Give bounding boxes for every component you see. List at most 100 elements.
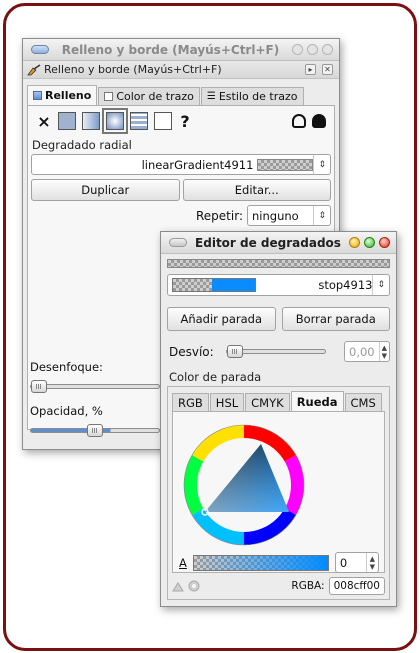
offset-row: Desvío: 0,00 ▲ ▼	[169, 341, 390, 362]
unset-paint-icon[interactable]: ?	[178, 112, 192, 131]
opacity-label: Opacidad, %	[30, 404, 103, 418]
minimize-button[interactable]	[349, 237, 360, 248]
repeat-select[interactable]: ninguno ⇕	[247, 205, 331, 226]
blur-slider[interactable]	[30, 380, 160, 393]
tab-fill-label: Relleno	[45, 89, 92, 102]
dock-title: Relleno y borde (Mayús+Ctrl+F)	[44, 63, 222, 76]
gradient-type-label: Degradado radial	[32, 138, 132, 152]
linear-gradient-icon[interactable]	[82, 112, 100, 130]
window-menu-icon[interactable]	[31, 45, 49, 54]
no-paint-icon[interactable]: ×	[36, 112, 52, 131]
repeat-label: Repetir:	[196, 208, 243, 223]
gradient-preview-bar	[167, 259, 390, 268]
tab-stroke-style[interactable]: ☰ Estilo de trazo	[200, 87, 304, 105]
gradient-editor-title: Editor de degradados	[195, 235, 341, 250]
fill-stroke-titlebar[interactable]: Relleno y borde (Mayús+Ctrl+F)	[23, 39, 339, 61]
stop-name: stop4913	[318, 278, 373, 292]
duplicate-button[interactable]: Duplicar	[31, 179, 180, 201]
maximize-button[interactable]	[364, 237, 375, 248]
color-tab-panel: A 0 ▲ ▼	[172, 411, 385, 573]
opacity-section: Opacidad, %	[30, 404, 170, 437]
edit-button[interactable]: Editar...	[182, 179, 331, 201]
blur-slider-knob[interactable]	[31, 380, 47, 393]
swatch-icon[interactable]	[154, 112, 172, 130]
gradient-select[interactable]: linearGradient4911 ⇕	[31, 154, 331, 175]
gradient-actions: Duplicar Editar...	[31, 179, 331, 201]
color-tabs: RGB HSL CMYK Rueda CMS	[168, 391, 389, 411]
spin-arrows-icon[interactable]: ▲ ▼	[365, 553, 378, 572]
flat-color-icon[interactable]	[58, 112, 76, 130]
repeat-value: ninguno	[252, 208, 299, 223]
spin-arrows-icon[interactable]: ▲ ▼	[378, 342, 389, 361]
offset-label: Desvío:	[169, 344, 214, 359]
offset-slider[interactable]	[225, 345, 326, 358]
fill-stroke-icon	[27, 63, 41, 75]
stop-color-preview	[212, 278, 256, 292]
gradient-name: linearGradient4911	[141, 157, 254, 172]
window-menu-icon[interactable]	[169, 238, 187, 247]
fill-stroke-tabs: Relleno Color de trazo ☰ Estilo de trazo	[23, 85, 339, 105]
alpha-spinbox[interactable]: 0 ▲ ▼	[334, 552, 379, 573]
radial-gradient-icon[interactable]	[102, 108, 128, 134]
stroke-paint-tab-icon	[104, 92, 114, 101]
color-notebook: RGB HSL CMYK Rueda CMS A 0 ▲ ▼ RGBA: 008…	[167, 386, 390, 600]
repeat-row: Repetir: ninguno ⇕	[31, 205, 331, 226]
maximize-button[interactable]	[307, 44, 318, 55]
evenodd-fill-rule-icon[interactable]	[292, 114, 306, 128]
stop-color-preview-checker	[172, 278, 212, 292]
fill-type-toolbar: × ?	[28, 106, 334, 136]
alpha-gradient	[193, 555, 328, 570]
alpha-label: A	[179, 555, 187, 570]
tab-stroke-paint-label: Color de trazo	[116, 90, 194, 103]
tab-stroke-paint[interactable]: Color de trazo	[98, 87, 200, 105]
pattern-icon[interactable]	[130, 112, 148, 130]
dock-header: Relleno y borde (Mayús+Ctrl+F) ▸ ✕	[23, 61, 339, 79]
tab-fill[interactable]: Relleno	[27, 85, 98, 105]
rgba-value: 008cff00	[333, 580, 380, 592]
tab-rgb[interactable]: RGB	[172, 393, 209, 411]
offset-slider-knob[interactable]	[226, 345, 243, 358]
offset-spinbox[interactable]: 0,00 ▲ ▼	[344, 341, 390, 362]
blur-label: Desenfoque:	[30, 360, 103, 374]
opacity-slider[interactable]	[30, 424, 160, 437]
dock-close-button[interactable]: ✕	[322, 64, 333, 75]
close-button[interactable]	[379, 237, 390, 248]
chevron-updown-icon: ⇕	[313, 206, 326, 225]
tab-hsl[interactable]: HSL	[209, 393, 245, 411]
tab-wheel[interactable]: Rueda	[290, 391, 344, 411]
alpha-slider[interactable]	[192, 554, 329, 571]
chevron-updown-icon: ⇕	[372, 275, 385, 295]
opacity-slider-knob[interactable]	[87, 424, 103, 437]
chevron-updown-icon: ⇕	[313, 155, 326, 174]
tab-cmyk[interactable]: CMYK	[245, 393, 290, 411]
add-stop-button[interactable]: Añadir parada	[167, 307, 276, 331]
nonzero-fill-rule-icon[interactable]	[312, 114, 326, 128]
offset-value: 0,00	[349, 344, 375, 359]
dock-iconify-button[interactable]: ▸	[305, 64, 316, 75]
rgba-label: RGBA:	[291, 580, 325, 592]
alpha-value: 0	[339, 555, 348, 570]
tab-stroke-style-label: Estilo de trazo	[218, 90, 298, 103]
window-controls	[349, 237, 390, 248]
dropper-icon[interactable]	[172, 580, 184, 592]
stop-color-label: Color de parada	[169, 370, 262, 384]
color-wheel[interactable]	[179, 420, 309, 550]
stop-actions: Añadir parada Borrar parada	[167, 307, 390, 331]
gradient-editor-titlebar[interactable]: Editor de degradados	[161, 232, 396, 254]
close-button[interactable]	[322, 44, 333, 55]
rgba-row: RGBA: 008cff00	[172, 577, 385, 595]
delete-stop-button[interactable]: Borrar parada	[281, 307, 390, 331]
window-title: Relleno y borde (Mayús+Ctrl+F)	[61, 42, 280, 57]
rgba-entry[interactable]: 008cff00	[328, 577, 385, 595]
stroke-style-tab-icon: ☰	[206, 91, 216, 102]
window-controls	[292, 44, 333, 55]
fill-tab-icon	[33, 91, 42, 100]
stop-select[interactable]: stop4913 ⇕	[167, 274, 390, 296]
blur-section: Desenfoque:	[30, 360, 170, 393]
tab-cms[interactable]: CMS	[344, 393, 382, 411]
alpha-row: A 0 ▲ ▼	[179, 552, 389, 573]
gradient-editor-window: Editor de degradados stop4913 ⇕ Añadir p…	[160, 231, 397, 607]
color-managed-icon	[188, 580, 200, 592]
minimize-button[interactable]	[292, 44, 303, 55]
gradient-preview	[257, 158, 314, 171]
